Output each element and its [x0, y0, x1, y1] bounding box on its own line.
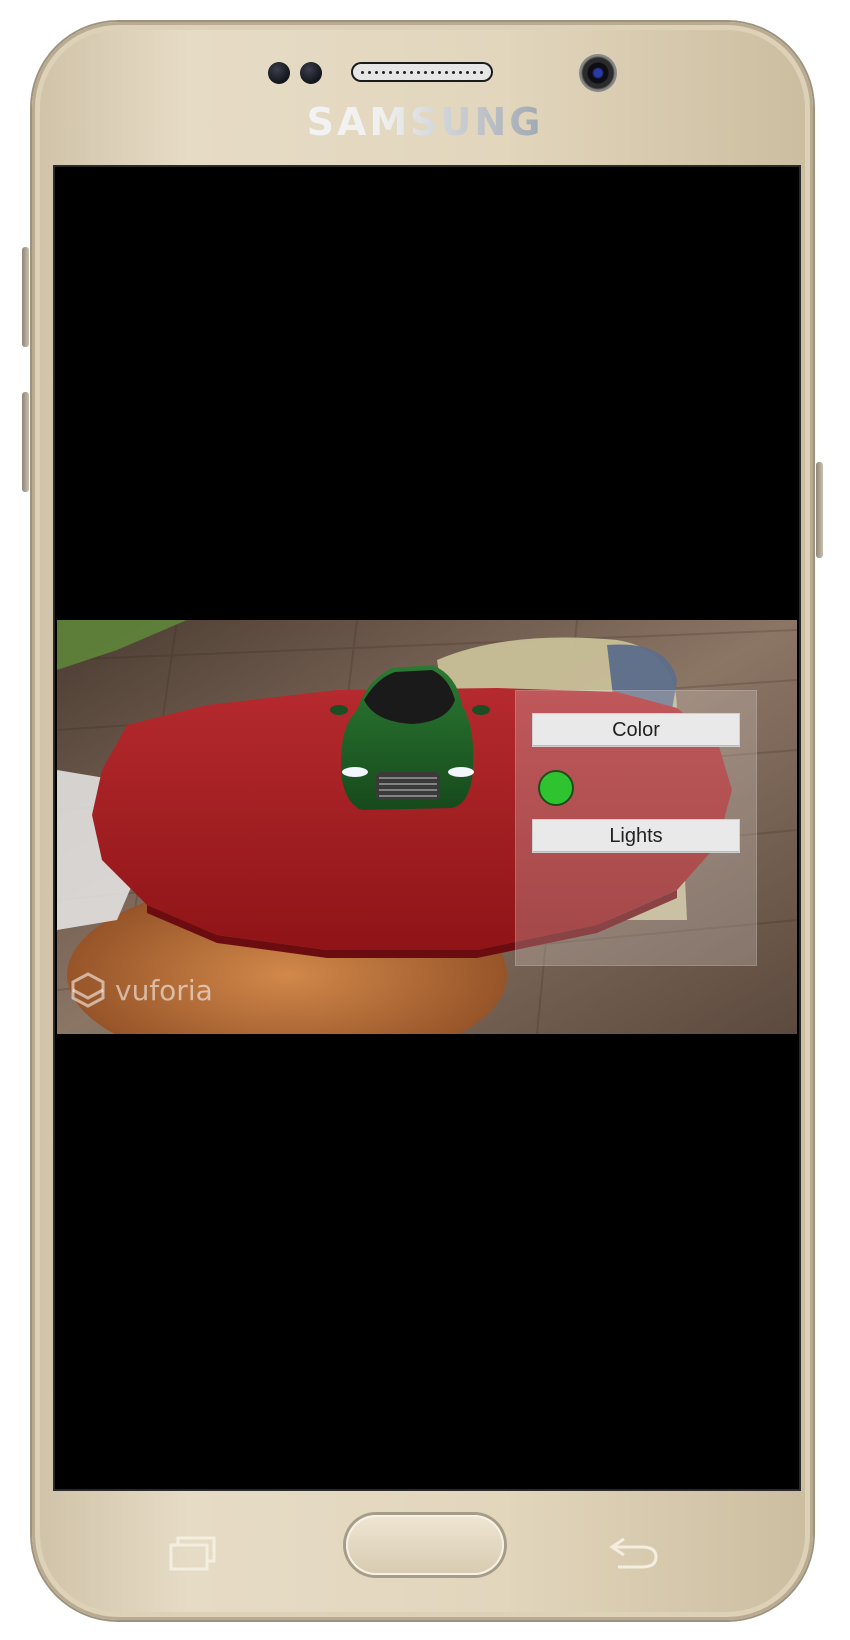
color-swatch[interactable] — [538, 770, 574, 806]
volume-down-button[interactable] — [22, 392, 29, 492]
light-sensor-icon — [300, 62, 322, 84]
volume-up-button[interactable] — [22, 247, 29, 347]
screen: Color Lights vuforia — [53, 165, 801, 1491]
back-icon[interactable] — [608, 1535, 660, 1571]
recent-apps-icon[interactable] — [168, 1535, 218, 1571]
earpiece-speaker — [351, 62, 493, 82]
proximity-sensor-icon — [268, 62, 290, 84]
vuforia-logo-icon — [71, 972, 105, 1008]
ar-camera-view[interactable]: Color Lights vuforia — [57, 620, 797, 1034]
lights-button[interactable]: Lights — [532, 819, 740, 853]
brand-logo: SAMSUNG — [0, 100, 850, 144]
home-button[interactable] — [346, 1515, 504, 1575]
vuforia-label: vuforia — [115, 973, 213, 1007]
vuforia-watermark: vuforia — [71, 972, 213, 1008]
power-button[interactable] — [816, 462, 823, 558]
color-button[interactable]: Color — [532, 713, 740, 747]
front-camera-icon — [579, 54, 617, 92]
control-panel: Color Lights — [515, 690, 757, 966]
